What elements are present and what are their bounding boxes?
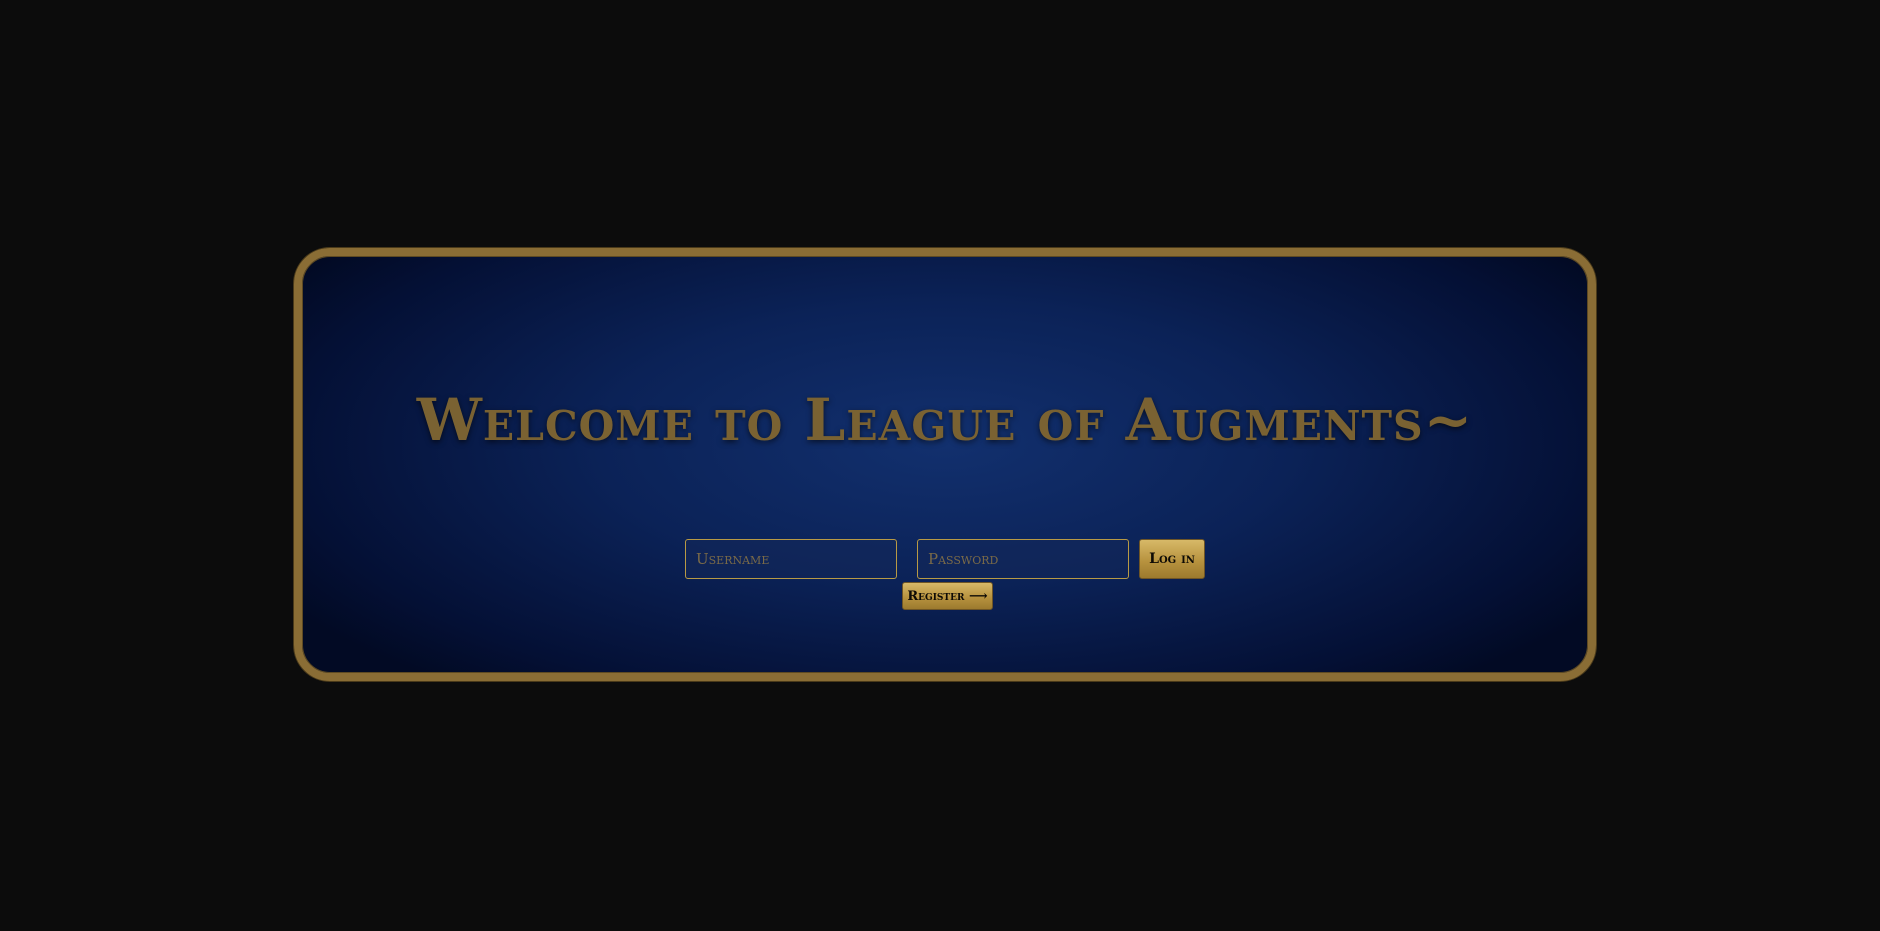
login-button[interactable]: Log in xyxy=(1139,539,1205,579)
register-button[interactable]: Register ⟶ xyxy=(902,582,993,610)
username-input[interactable] xyxy=(685,539,897,579)
welcome-card: Welcome to League of Augments~ Log in Re… xyxy=(294,248,1596,681)
page-title: Welcome to League of Augments~ xyxy=(416,386,1474,454)
login-form: Log in xyxy=(302,539,1588,579)
password-input[interactable] xyxy=(917,539,1129,579)
